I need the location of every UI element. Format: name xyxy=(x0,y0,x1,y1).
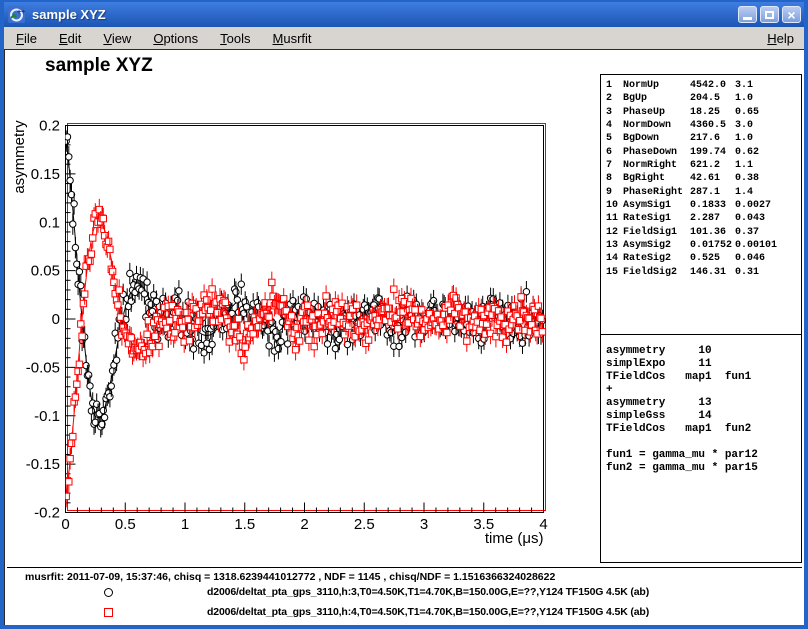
x-axis-label: time (μs) xyxy=(485,530,544,547)
menu-musrfit[interactable]: Musrfit xyxy=(262,29,323,48)
parameter-row: 5BgDown217.61.0 xyxy=(606,132,801,145)
data-series-square xyxy=(63,199,546,507)
parameter-row: 2BgUp204.51.0 xyxy=(606,92,801,105)
parameter-row: 4NormDown4360.53.0 xyxy=(606,119,801,132)
parameter-row: 3PhaseUp18.250.65 xyxy=(606,106,801,119)
svg-text:0.1: 0.1 xyxy=(39,214,60,231)
fit-output-panel: 1NormUp4542.03.12BgUp204.51.03PhaseUp18.… xyxy=(600,74,802,563)
svg-text:1.5: 1.5 xyxy=(234,516,255,533)
svg-text:-0.2: -0.2 xyxy=(34,505,60,522)
minimize-button[interactable] xyxy=(738,6,757,23)
parameter-row: 6PhaseDown199.740.62 xyxy=(606,146,801,159)
minimize-icon xyxy=(743,17,752,20)
parameter-row: 8BgRight42.610.38 xyxy=(606,172,801,185)
menu-file[interactable]: File xyxy=(5,29,48,48)
svg-text:0: 0 xyxy=(61,516,69,533)
maximize-icon xyxy=(765,11,774,19)
legend-marker-circle xyxy=(104,588,113,597)
legend-label: d2006/deltat_pta_gps_3110,h:4,T0=4.50K,T… xyxy=(207,606,649,618)
svg-text:-0.05: -0.05 xyxy=(26,359,60,376)
menu-view[interactable]: View xyxy=(92,29,142,48)
parameter-row: 10AsymSig10.18330.0027 xyxy=(606,199,801,212)
menu-edit[interactable]: Edit xyxy=(48,29,92,48)
app-window: ++ sample XYZ × FileEditViewOptionsTools… xyxy=(0,0,808,629)
main-canvas: sample XYZ00.511.522.533.540.20.150.10.0… xyxy=(4,49,804,625)
svg-text:-0.15: -0.15 xyxy=(26,456,60,473)
plot-title: sample XYZ xyxy=(45,55,153,76)
parameter-row: 15FieldSig2146.310.31 xyxy=(606,266,801,279)
window-controls: × xyxy=(738,6,801,23)
svg-text:3: 3 xyxy=(420,516,428,533)
asymmetry-plot[interactable]: sample XYZ00.511.522.533.540.20.150.10.0… xyxy=(5,50,599,567)
maximize-button[interactable] xyxy=(760,6,779,23)
y-axis-label: asymmetry xyxy=(11,120,28,194)
close-button[interactable]: × xyxy=(782,6,801,23)
menu-options[interactable]: Options xyxy=(142,29,209,48)
app-icon: ++ xyxy=(8,6,25,23)
close-icon: × xyxy=(787,8,795,22)
svg-text:2.5: 2.5 xyxy=(354,516,375,533)
legend-marker-square xyxy=(104,608,113,617)
menu-tools[interactable]: Tools xyxy=(209,29,261,48)
parameter-row: 9PhaseRight287.11.4 xyxy=(606,186,801,199)
legend-row: d2006/deltat_pta_gps_3110,h:4,T0=4.50K,T… xyxy=(5,606,804,621)
statusbar-text: musrfit: 2011-07-09, 15:37:46, chisq = 1… xyxy=(25,571,795,583)
svg-text:0: 0 xyxy=(52,311,60,328)
theory-block: asymmetry 10 simplExpo 11 TFieldCos map1… xyxy=(601,335,801,475)
svg-text:0.15: 0.15 xyxy=(31,166,60,183)
svg-text:-0.1: -0.1 xyxy=(34,408,60,425)
status-divider xyxy=(7,567,802,568)
parameter-row: 11RateSig12.2870.043 xyxy=(606,212,801,225)
parameter-row: 12FieldSig1101.360.37 xyxy=(606,226,801,239)
menu-help[interactable]: Help xyxy=(757,29,804,48)
svg-text:0.05: 0.05 xyxy=(31,263,60,280)
svg-text:0.5: 0.5 xyxy=(115,516,136,533)
parameter-table: 1NormUp4542.03.12BgUp204.51.03PhaseUp18.… xyxy=(601,75,801,335)
data-series-circle xyxy=(63,126,546,437)
svg-text:++: ++ xyxy=(17,9,25,16)
parameter-row: 14RateSig20.5250.046 xyxy=(606,252,801,265)
titlebar[interactable]: ++ sample XYZ × xyxy=(4,2,804,27)
window-title: sample XYZ xyxy=(32,7,738,22)
menubar: FileEditViewOptionsToolsMusrfit Help xyxy=(4,27,804,49)
parameter-row: 7NormRight621.21.1 xyxy=(606,159,801,172)
menu-items: FileEditViewOptionsToolsMusrfit xyxy=(4,27,323,49)
parameter-row: 1NormUp4542.03.1 xyxy=(606,79,801,92)
legend-label: d2006/deltat_pta_gps_3110,h:3,T0=4.50K,T… xyxy=(207,586,649,598)
legend-row: d2006/deltat_pta_gps_3110,h:3,T0=4.50K,T… xyxy=(5,586,804,601)
parameter-row: 13AsymSig20.017520.00101 xyxy=(606,239,801,252)
svg-text:2: 2 xyxy=(300,516,308,533)
svg-text:0.2: 0.2 xyxy=(39,118,60,135)
svg-text:1: 1 xyxy=(181,516,189,533)
